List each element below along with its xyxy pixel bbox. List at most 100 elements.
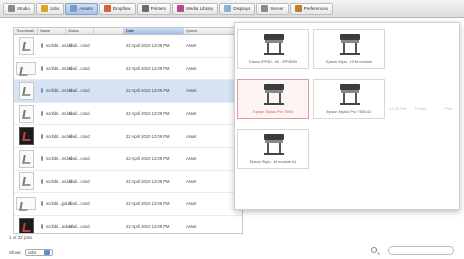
printer-part: [340, 103, 360, 105]
printer-label: Canon iPF50...00 - iPF8000: [248, 59, 298, 64]
column-header-thumbnail[interactable]: Thumbnail: [14, 28, 38, 34]
asset-status-icon: [41, 133, 43, 139]
printer-tile[interactable]: Epson Stylus Pro 7900: [237, 79, 309, 119]
printer-tile[interactable]: Epson Stylu...M module #1: [237, 129, 309, 169]
toolbar-button-label: Studio: [17, 6, 30, 11]
name-cell: scribbl...red.tif: [38, 43, 72, 49]
artwork-glyph: [19, 202, 29, 212]
printer-icon: [264, 34, 284, 56]
date-cell: 22 April 2010 12:08 PM: [126, 133, 170, 139]
status-cell: Avail...cond: [68, 43, 90, 49]
table-row[interactable]: scribbl...red.tif Avail...cond 22 April 20…: [14, 125, 242, 148]
toolbar-button-assets[interactable]: Assets: [65, 2, 98, 15]
server-icon: [261, 5, 269, 12]
toolbar-button-studio[interactable]: Studio: [3, 2, 35, 15]
artwork-glyph: [19, 66, 29, 76]
asset-status-icon: [41, 178, 43, 184]
artwork-glyph: [21, 154, 32, 164]
background-column-text: Pha: [445, 106, 453, 111]
status-cell: Avail...cond: [68, 133, 90, 139]
thumbnail-cell: [14, 127, 38, 146]
printer-part: [264, 153, 284, 155]
thumbnail-image: [18, 217, 34, 233]
thumbnail-image: [16, 61, 36, 76]
thumbnail-cell: [14, 61, 38, 76]
thumbnail-image: [18, 104, 34, 123]
toolbar-button-printers[interactable]: Printers: [136, 2, 172, 15]
toolbar-button-label: Media Library: [186, 6, 214, 11]
search-input[interactable]: [388, 246, 454, 255]
assets-table: Thumbnail Name Status Date Queue scribbl…: [13, 27, 243, 234]
artwork-glyph: [21, 177, 32, 187]
artwork-glyph: [21, 109, 32, 119]
queue-cell: Asset: [186, 224, 197, 230]
thumbnail-cell: [14, 81, 38, 100]
printer-label: Epson Stylus Pro 7900: [253, 109, 293, 114]
printer-tile[interactable]: Epson Stylus Pro 7900 #2: [313, 79, 385, 119]
column-header-spacer: [94, 28, 124, 34]
thumbnail-image: [18, 36, 34, 55]
table-row[interactable]: scribbl...red.tif Avail...cond 22 April 20…: [14, 35, 242, 58]
name-cell: scribbl...ack.tif: [38, 224, 73, 230]
jobs-icon: [40, 5, 48, 12]
table-row[interactable]: scribbl...red.tif Avail...cond 22 April 20…: [14, 80, 242, 103]
toolbar-button-media-library[interactable]: Media Library: [172, 2, 219, 15]
table-header: Thumbnail Name Status Date Queue: [14, 28, 242, 35]
asset-status-icon: [41, 88, 43, 94]
status-cell: Avail...cond: [68, 178, 90, 184]
status-cell: Avail...cond: [68, 88, 90, 94]
printer-part: [264, 53, 284, 55]
date-cell: 22 April 2010 12:08 PM: [126, 88, 170, 94]
printer-tile[interactable]: Canon iPF50...00 - iPF8000: [237, 29, 309, 69]
studio-icon: [8, 5, 15, 12]
column-header-name[interactable]: Name: [38, 28, 66, 34]
thumbnail-cell: [14, 104, 38, 123]
date-cell: 22 April 2010 12:08 PM: [126, 111, 170, 117]
show-select[interactable]: Jobs: [24, 249, 53, 256]
thumbnail-cell: [14, 197, 38, 212]
date-cell: 22 April 2010 12:08 PM: [126, 156, 170, 162]
toolbar-button-label: Server: [270, 6, 284, 11]
name-cell: scribbl...red.tif: [38, 65, 72, 71]
status-cell: Avail...cond: [68, 156, 90, 162]
table-row[interactable]: scribbl...red.tif Avail...cond 22 April 20…: [14, 58, 242, 81]
status-cell: Avail...cond: [68, 111, 90, 117]
name-cell: scribbl...red.tif: [38, 111, 72, 117]
toolbar-button-displays[interactable]: Displays: [219, 2, 256, 15]
printer-label: Epson Stylus Pro 7900 #2: [326, 109, 372, 114]
table-row[interactable]: scribbl...red.tif Avail...cond 22 April 20…: [14, 171, 242, 194]
table-row[interactable]: scribbl...jpd.tif Avail...cond 22 April 20…: [14, 193, 242, 216]
printer-tile[interactable]: Epson Stylu...H7M module: [313, 29, 385, 69]
table-row[interactable]: scribbl...red.tif Avail...cond 22 April 20…: [14, 148, 242, 171]
dropflow-icon: [103, 5, 111, 12]
thumbnail-image: [18, 172, 34, 191]
name-cell: scribbl...jpd.tif: [38, 201, 72, 207]
displays-icon: [224, 5, 232, 12]
printer-label: Epson Stylu...M module #1: [249, 159, 297, 164]
artwork-glyph: [21, 132, 32, 142]
thumbnail-cell: [14, 36, 38, 55]
name-cell: scribbl...red.tif: [38, 156, 72, 162]
toolbar: Studio Jobs Assets Dropflow Printers Media Li…: [0, 0, 464, 18]
table-row[interactable]: scribbl...red.tif Avail...cond 22 April 20…: [14, 103, 242, 126]
name-cell: scribbl...red.tif: [38, 133, 72, 139]
column-header-date[interactable]: Date: [124, 28, 184, 34]
asset-status-icon: [41, 201, 43, 207]
toolbar-button-dropflow[interactable]: Dropflow: [98, 2, 136, 15]
toolbar-button-preferences[interactable]: Preferences: [289, 2, 333, 15]
column-header-status[interactable]: Status: [66, 28, 94, 34]
toolbar-button-server[interactable]: Server: [256, 2, 289, 15]
printer-icon: [264, 84, 284, 106]
date-cell: 22 April 2010 12:08 PM: [126, 224, 170, 230]
show-filter: Show: Jobs: [9, 249, 53, 256]
table-body: scribbl...red.tif Avail...cond 22 April 20…: [14, 35, 242, 233]
date-cell: 22 April 2010 12:08 PM: [126, 43, 170, 49]
printer-popup: Canon iPF50...00 - iPF8000 Epson Stylu...…: [234, 22, 460, 210]
toolbar-button-jobs[interactable]: Jobs: [35, 2, 65, 15]
toolbar-button-label: Preferences: [303, 6, 328, 11]
thumbnail-image: [18, 81, 34, 100]
toolbar-button-label: Printers: [150, 6, 167, 11]
thumbnail-cell: [14, 217, 38, 233]
table-row[interactable]: scribbl...ack.tif Avail...cond 22 April 20…: [14, 216, 242, 233]
toolbar-button-label: Displays: [233, 6, 251, 11]
